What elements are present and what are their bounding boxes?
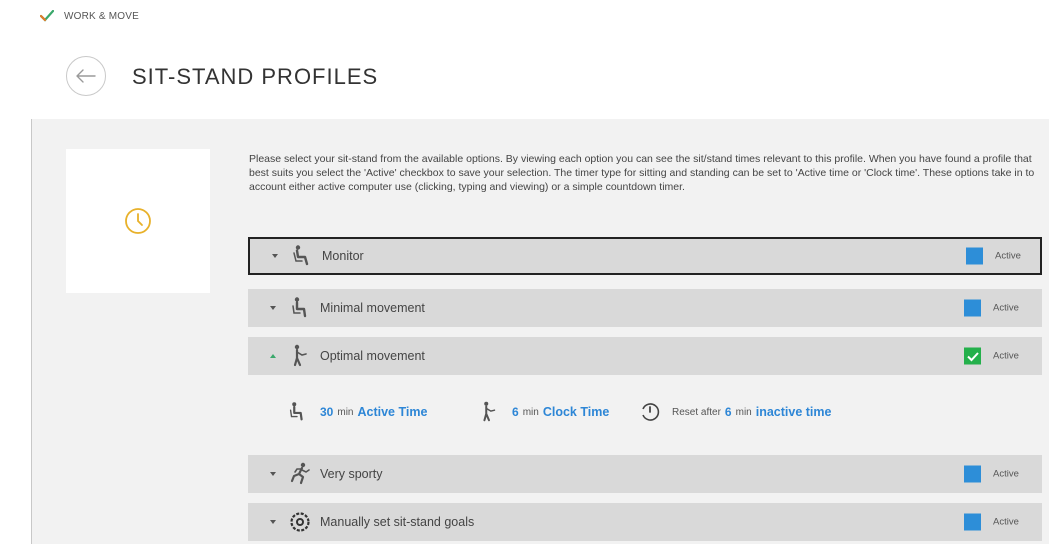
profile-row-manual-goals[interactable]: Manually set sit-stand goals Active — [248, 503, 1042, 541]
active-label: Active — [993, 516, 1019, 528]
chevron-down-icon[interactable] — [270, 472, 276, 476]
stand-time-detail: 6 min Clock Time — [478, 400, 609, 424]
profile-label: Monitor — [322, 249, 364, 263]
active-label: Active — [995, 250, 1021, 262]
reset-timer-icon — [642, 403, 660, 421]
stand-unit: min — [522, 406, 539, 418]
sit-unit: min — [337, 406, 354, 418]
sitting-person-icon — [292, 297, 307, 318]
active-label: Active — [993, 468, 1019, 480]
profile-details: 30 min Active Time 6 min Clock Time Rese… — [248, 376, 1042, 448]
active-checkbox[interactable] — [964, 299, 981, 317]
checkmark-icon — [966, 351, 979, 361]
chevron-up-icon[interactable] — [270, 354, 276, 358]
active-checkbox[interactable] — [964, 465, 981, 483]
app-name: WORK & MOVE — [64, 11, 139, 22]
sitting-person-icon — [293, 245, 309, 266]
profile-label: Minimal movement — [320, 301, 425, 315]
profile-row-optimal-movement[interactable]: Optimal movement Active — [248, 337, 1042, 375]
running-person-icon — [290, 462, 310, 485]
reset-timer-type[interactable]: inactive time — [756, 405, 832, 419]
profile-row-minimal-movement[interactable]: Minimal movement Active — [248, 289, 1042, 327]
active-checkbox-checked[interactable] — [964, 347, 981, 365]
profile-label: Optimal movement — [320, 349, 425, 363]
active-label: Active — [993, 302, 1019, 314]
stand-timer-type[interactable]: Clock Time — [543, 405, 609, 419]
page-title: SIT-STAND PROFILES — [132, 64, 379, 89]
back-arrow-icon — [76, 69, 96, 83]
reset-unit: min — [735, 406, 752, 418]
profile-icon-panel — [66, 149, 210, 293]
profile-row-monitor[interactable]: Monitor Active — [248, 237, 1042, 275]
standing-person-icon — [293, 344, 307, 367]
sitting-person-icon — [289, 402, 303, 421]
standing-person-icon — [483, 401, 496, 422]
stand-minutes: 6 — [512, 405, 519, 419]
reset-detail: Reset after 6 min inactive time — [638, 400, 831, 424]
active-checkbox[interactable] — [966, 247, 983, 265]
sit-minutes: 30 — [320, 405, 334, 419]
chevron-down-icon[interactable] — [272, 254, 278, 258]
active-checkbox[interactable] — [964, 513, 981, 531]
settings-gear-icon — [290, 512, 310, 532]
profile-row-very-sporty[interactable]: Very sporty Active — [248, 455, 1042, 493]
back-button[interactable] — [66, 56, 106, 96]
chevron-down-icon[interactable] — [270, 520, 276, 524]
checkmark-logo-icon — [40, 10, 54, 22]
profile-label: Very sporty — [320, 467, 383, 481]
intro-text: Please select your sit-stand from the av… — [249, 153, 1035, 193]
clock-icon — [125, 208, 151, 234]
sit-timer-type[interactable]: Active Time — [357, 405, 427, 419]
active-label: Active — [993, 350, 1019, 362]
sit-time-detail: 30 min Active Time — [286, 400, 427, 424]
profile-label: Manually set sit-stand goals — [320, 515, 475, 529]
reset-prefix: Reset after — [672, 406, 721, 418]
reset-minutes: 6 — [724, 405, 732, 419]
title-bar: WORK & MOVE — [0, 0, 1049, 32]
chevron-down-icon[interactable] — [270, 306, 276, 310]
